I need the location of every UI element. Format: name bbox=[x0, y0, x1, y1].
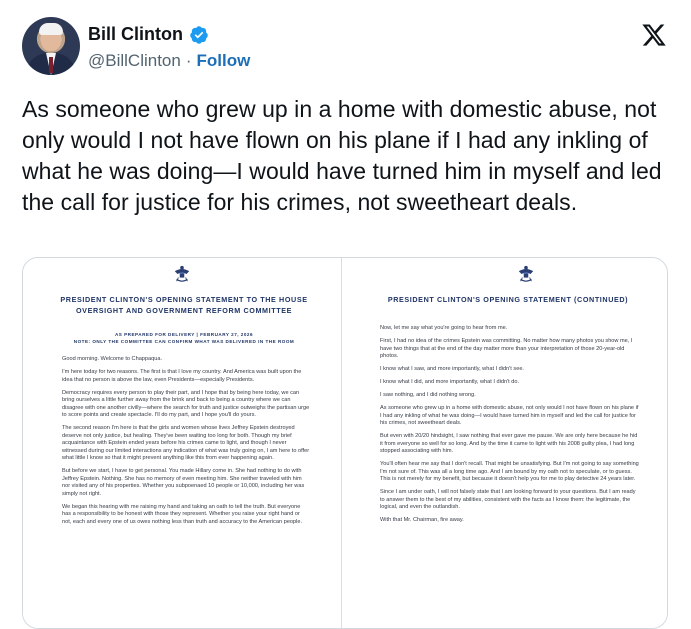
separator-dot: · bbox=[185, 51, 192, 70]
name-row: Bill Clinton bbox=[88, 24, 209, 45]
paragraph: We began this hearing with me raising my… bbox=[62, 503, 303, 525]
statement-body: Good morning. Welcome to Chappaqua. I'm … bbox=[62, 356, 310, 532]
verified-badge-icon bbox=[190, 25, 208, 44]
display-name[interactable]: Bill Clinton bbox=[88, 24, 183, 45]
document-title: PRESIDENT CLINTON'S OPENING STATEMENT (C… bbox=[387, 295, 629, 304]
tweet-text: As someone who grew up in a home with do… bbox=[22, 96, 662, 215]
paragraph: Democracy requires every person to play … bbox=[62, 389, 310, 419]
paragraph: The second reason I'm here is that the g… bbox=[62, 425, 310, 461]
prepared-note: AS PREPARED FOR DELIVERY | FEBRUARY 27, … bbox=[53, 331, 315, 345]
handle[interactable]: @BillClinton bbox=[88, 51, 181, 71]
statement-page-1: PRESIDENT CLINTON'S OPENING STATEMENT TO… bbox=[23, 258, 342, 628]
committee-note: NOTE: ONLY THE COMMITTEE CAN CONFIRM WHA… bbox=[73, 339, 295, 344]
paragraph: I know what I did, and more importantly,… bbox=[380, 379, 520, 385]
presidential-seal-icon bbox=[518, 265, 534, 282]
paragraph: I saw nothing, and I did nothing wrong. bbox=[380, 392, 476, 398]
presidential-seal-icon bbox=[174, 265, 190, 282]
attached-image[interactable]: PRESIDENT CLINTON'S OPENING STATEMENT TO… bbox=[22, 257, 668, 629]
handle-row: @BillClinton · Follow bbox=[88, 51, 250, 71]
tweet-card: Bill Clinton @BillClinton · Follow As so… bbox=[0, 0, 691, 629]
paragraph: You'll often hear me say that I don't re… bbox=[380, 461, 639, 482]
prepared-date: AS PREPARED FOR DELIVERY | FEBRUARY 27, … bbox=[114, 332, 254, 337]
statement-body: Now, let me say what you're going to hea… bbox=[380, 325, 640, 530]
paragraph: I know what I saw, and more importantly,… bbox=[380, 366, 524, 372]
paragraph: But even with 20/20 hindsight, I saw not… bbox=[380, 433, 638, 454]
tweet-header: Bill Clinton @BillClinton · Follow bbox=[22, 12, 672, 82]
paragraph: First, I had no idea of the crimes Epste… bbox=[380, 338, 633, 359]
statement-page-2: PRESIDENT CLINTON'S OPENING STATEMENT (C… bbox=[343, 258, 667, 628]
paragraph: As someone who grew up in a home with do… bbox=[380, 405, 639, 426]
avatar[interactable] bbox=[22, 17, 80, 75]
paragraph: Now, let me say what you're going to hea… bbox=[380, 325, 508, 331]
paragraph: With that Mr. Chairman, fire away. bbox=[380, 517, 464, 523]
x-logo-icon[interactable] bbox=[641, 22, 667, 48]
paragraph: But before we start, I have to get perso… bbox=[62, 468, 305, 497]
paragraph: Since I am under oath, I will not falsel… bbox=[380, 489, 636, 510]
document-title: PRESIDENT CLINTON'S OPENING STATEMENT TO… bbox=[60, 295, 308, 315]
follow-button[interactable]: Follow bbox=[197, 51, 251, 71]
paragraph: I'm here today for two reasons. The firs… bbox=[62, 369, 302, 383]
paragraph: Good morning. Welcome to Chappaqua. bbox=[62, 356, 163, 362]
